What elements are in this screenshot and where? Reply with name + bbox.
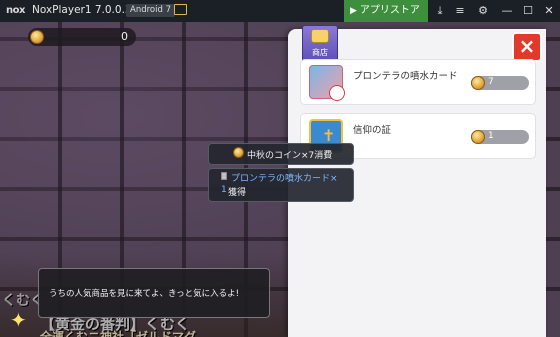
mooncake-coin-icon: [471, 130, 485, 144]
mooncake-coin-icon: [233, 147, 244, 158]
shop-item-name: 信仰の証: [353, 125, 392, 136]
shop-item-name: プロンテラの噴水カード: [353, 71, 458, 82]
item-price-pill: 1: [471, 130, 529, 144]
gear-icon[interactable]: ⚙: [475, 3, 491, 19]
item-price-value: 7: [488, 77, 494, 87]
cost-tooltip: 中秋のコイン×7消費: [208, 143, 354, 165]
emulator-title-bar: nox NoxPlayer1 7.0.0.3 Android 7 ▶ アプリストア…: [0, 0, 560, 22]
game-viewport[interactable]: 0 商店 × プロンテラの噴水カード 7 ✝ 信仰の証 1 中秋のコイン×7消費…: [0, 22, 560, 337]
cost-text: 中秋のコイン×7消費: [247, 151, 333, 161]
sparkle-icon: ✦: [10, 308, 27, 332]
card-icon: [309, 65, 345, 101]
minimize-icon[interactable]: —: [499, 3, 515, 19]
play-icon: ▶: [350, 6, 357, 16]
mooncake-coin-icon: [30, 30, 44, 44]
npc-dialogue-box[interactable]: うちの人気商品を見に来てよ、きっと気に入るよ!: [38, 268, 270, 318]
nox-logo: nox: [6, 5, 25, 16]
install-icon[interactable]: ⤓: [432, 3, 448, 19]
maximize-icon[interactable]: ☐: [520, 3, 536, 19]
coin-counter: 0: [28, 28, 136, 46]
android-version-badge: Android 7: [126, 4, 175, 17]
shop-badge-label: 商店: [312, 48, 328, 57]
shop-bag-icon: [311, 29, 329, 43]
gain-suffix: 獲得: [228, 188, 247, 198]
sold-stamp-icon: [329, 85, 345, 101]
coin-count: 0: [121, 30, 128, 43]
background-sign: くむく: [2, 293, 42, 309]
app-store-button[interactable]: ▶ アプリストア: [344, 0, 428, 22]
gain-item-name: プロンテラの噴水カード×: [231, 174, 338, 184]
app-store-label: アプリストア: [359, 5, 420, 16]
menu-icon[interactable]: ≡: [452, 3, 468, 19]
dialogue-text: うちの人気商品を見に来てよ、きっと気に入るよ!: [49, 289, 240, 299]
shop-item-card[interactable]: プロンテラの噴水カード 7: [300, 59, 536, 105]
close-icon[interactable]: ✕: [541, 3, 557, 19]
shop-close-button[interactable]: ×: [512, 32, 542, 62]
item-price-value: 1: [488, 131, 494, 141]
background-sign: 全運くむニ神社「ゼルドマグ: [40, 330, 197, 337]
gift-icon[interactable]: [174, 4, 187, 15]
card-icon: [221, 172, 227, 180]
gain-tooltip: プロンテラの噴水カード× 1 獲得: [208, 168, 354, 202]
gain-quantity: 1: [221, 185, 227, 195]
window-title: NoxPlayer1 7.0.0.3: [32, 4, 132, 16]
mooncake-coin-icon: [471, 76, 485, 90]
item-price-pill: 7: [471, 76, 529, 90]
